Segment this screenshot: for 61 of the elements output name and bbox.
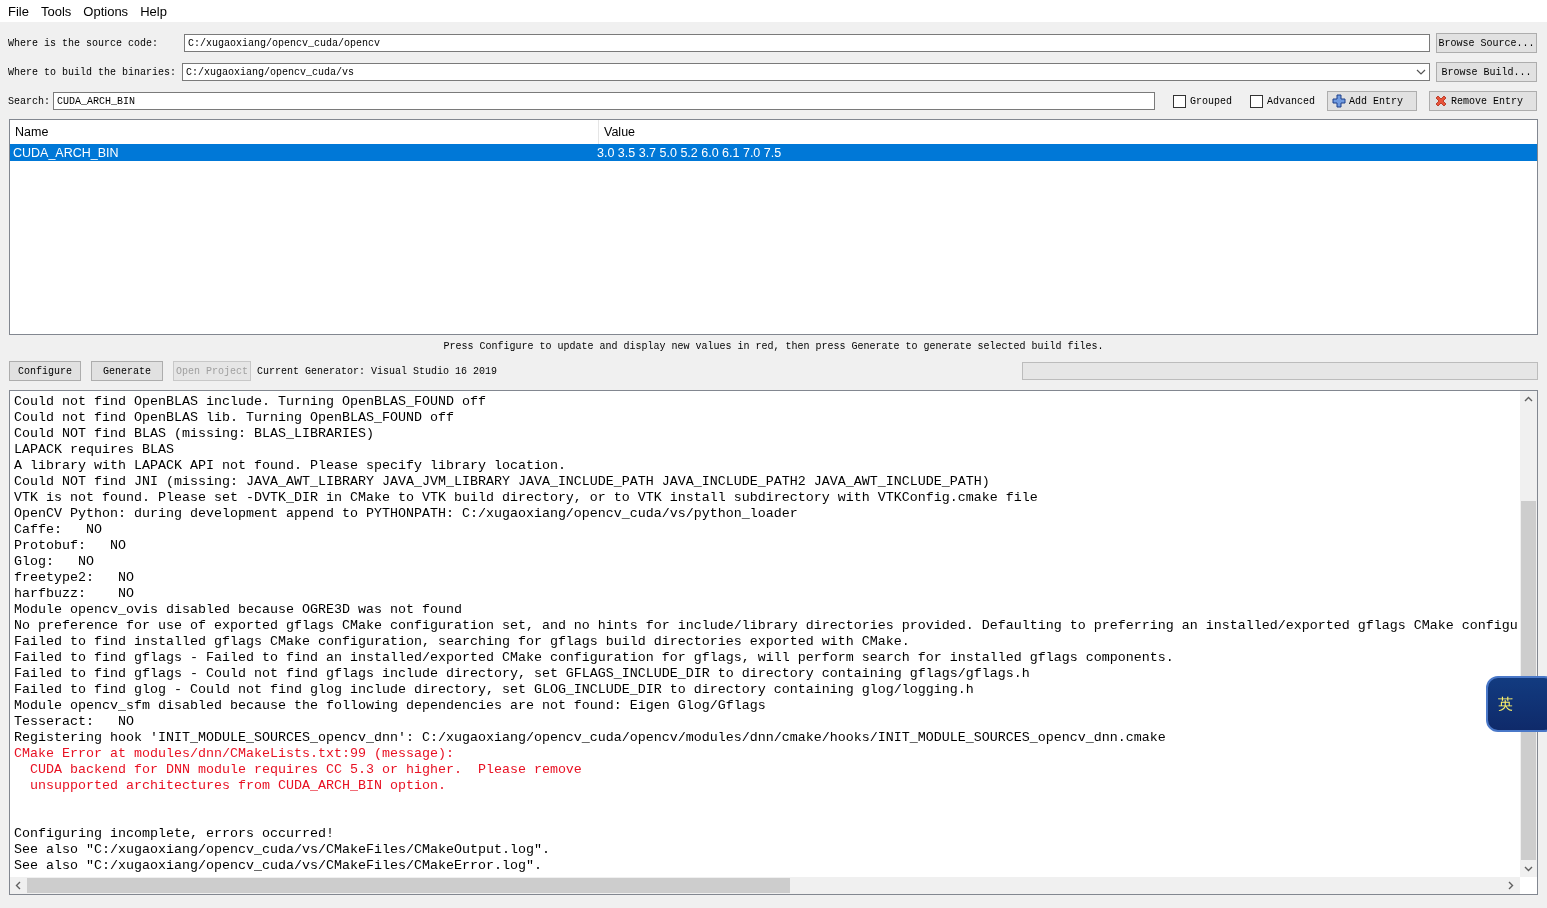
menu-item[interactable]: File xyxy=(2,3,35,19)
browse-source-button[interactable]: Browse Source... xyxy=(1436,33,1537,53)
table-row[interactable]: CUDA_ARCH_BIN 3.0 3.5 3.7 5.0 5.2 6.0 6.1 7.0 7.5 xyxy=(10,144,1537,161)
action-button[interactable]: Generate xyxy=(91,361,163,381)
log-line: Failed to find gflags - Could not find gflags include directory, set GFLAGS_INCLUDE_DIR to directory containing gflags/gflags.h xyxy=(14,666,1030,682)
error-line: unsupported architectures from CUDA_ARCH_BIN option. xyxy=(29,778,446,794)
search-label: Search: xyxy=(8,95,50,107)
log-line: Failed to find gflags - Failed to find an installed/exported CMake configuration for gflags, will perform search for installed gflags components. xyxy=(14,650,1174,666)
build-label: Where to build the binaries: xyxy=(8,66,177,78)
log-line: OpenCV Python: during development append to PYTHONPATH: C:/xugaoxiang/opencv_cuda/vs/python_loader xyxy=(14,506,798,522)
log-line: Module opencv_ovis disabled because OGRE3D was not found xyxy=(14,602,462,618)
scroll-left-icon[interactable] xyxy=(14,881,23,890)
checkbox[interactable] xyxy=(1172,94,1186,108)
checkbox-label[interactable]: Grouped xyxy=(1189,95,1232,107)
search-field[interactable]: CUDA_ARCH_BIN xyxy=(53,92,1155,110)
remove-entry-button[interactable]: Remove Entry xyxy=(1429,91,1537,111)
source-path-field[interactable]: C:/xugaoxiang/opencv_cuda/opencv xyxy=(184,34,1430,52)
log-line: A library with LAPACK API not found. Please specify library location. xyxy=(14,458,566,474)
log-line: Protobuf: NO xyxy=(14,538,126,554)
menu-item[interactable]: Options xyxy=(77,3,135,19)
action-button[interactable]: Configure xyxy=(9,361,81,381)
scroll-up-icon[interactable] xyxy=(1524,395,1533,404)
plus-icon xyxy=(1332,94,1346,108)
log-line: See also "C:/xugaoxiang/opencv_cuda/vs/CMakeFiles/CMakeError.log". xyxy=(14,858,542,874)
log-line: Tesseract: NO xyxy=(14,714,134,730)
checkbox[interactable] xyxy=(1250,94,1263,108)
log-line: No preference for use of exported gflags CMake configuration set, and no hints for include/library directories provided. Defaulting to preferring an installed/exported gflags CMake configu xyxy=(14,618,1518,634)
checkbox-label[interactable]: Advanced xyxy=(1267,95,1315,107)
log-line: Could NOT find BLAS (missing: BLAS_LIBRARIES) xyxy=(14,426,374,442)
log-line: Caffe: NO xyxy=(14,522,102,538)
dropdown-chevron-icon xyxy=(1416,68,1426,76)
generator-label: Current Generator: Visual Studio 16 2019 xyxy=(257,365,498,377)
log-line: harfbuzz: NO xyxy=(14,586,134,602)
log-line: freetype2: NO xyxy=(14,570,134,586)
log-line: See also "C:/xugaoxiang/opencv_cuda/vs/CMakeFiles/CMakeOutput.log". xyxy=(14,842,550,858)
build-path-combo[interactable]: C:/xugaoxiang/opencv_cuda/vs xyxy=(182,63,1430,81)
hint-text: Press Configure to update and display new values in red, then press Generate to generate selected build files. xyxy=(443,341,1104,352)
log-line: Glog: NO xyxy=(14,554,94,570)
add-entry-button[interactable]: Add Entry xyxy=(1327,91,1417,111)
source-label: Where is the source code: xyxy=(8,37,159,49)
log-line: Could not find OpenBLAS include. Turning OpenBLAS_FOUND off xyxy=(14,394,486,410)
log-line: Could not find OpenBLAS lib. Turning OpenBLAS_FOUND off xyxy=(14,410,454,426)
cross-icon xyxy=(1434,94,1448,108)
log-line: VTK is not found. Please set -DVTK_DIR in CMake to VTK build directory, or to VTK install subdirectory with VTKConfig.cmake file xyxy=(14,490,1038,506)
menu-item[interactable]: Tools xyxy=(34,3,78,19)
error-line: CUDA backend for DNN module requires CC 5.3 or higher. Please remove xyxy=(29,762,582,778)
browse-build-button[interactable]: Browse Build... xyxy=(1436,62,1537,82)
ime-indicator[interactable]: 英 xyxy=(1486,676,1547,732)
scroll-right-icon[interactable] xyxy=(1506,881,1515,890)
log-line: Failed to find installed gflags CMake configuration, searching for gflags build directories exported with CMake. xyxy=(14,634,910,650)
log-line: LAPACK requires BLAS xyxy=(14,442,174,458)
log-line: Failed to find glog - Could not find glog include directory, set GLOG_INCLUDE_DIR to directory containing glog/logging.h xyxy=(14,682,974,698)
log-line: Registering hook 'INIT_MODULE_SOURCES_opencv_dnn': C:/xugaoxiang/opencv_cuda/opencv/modules/dnn/cmake/hooks/INIT_MODULE_SOURCES_opencv_dnn.cmake xyxy=(14,730,1166,746)
scroll-down-icon[interactable] xyxy=(1524,864,1533,873)
log-line: Configuring incomplete, errors occurred! xyxy=(14,826,334,842)
horizontal-scrollbar[interactable] xyxy=(10,877,1520,894)
error-line: CMake Error at modules/dnn/CMakeLists.txt:99 (message): xyxy=(14,746,454,762)
log-line: Module opencv_sfm disabled because the following dependencies are not found: Eigen Glog/Gflags xyxy=(14,698,766,714)
menu-item[interactable]: Help xyxy=(134,3,173,19)
log-line: Could NOT find JNI (missing: JAVA_AWT_LIBRARY JAVA_JVM_LIBRARY JAVA_INCLUDE_PATH JAVA_INCLUDE_PATH2 JAVA_AWT_INCLUDE_PATH) xyxy=(14,474,990,490)
column-header[interactable]: Value xyxy=(599,120,1537,144)
